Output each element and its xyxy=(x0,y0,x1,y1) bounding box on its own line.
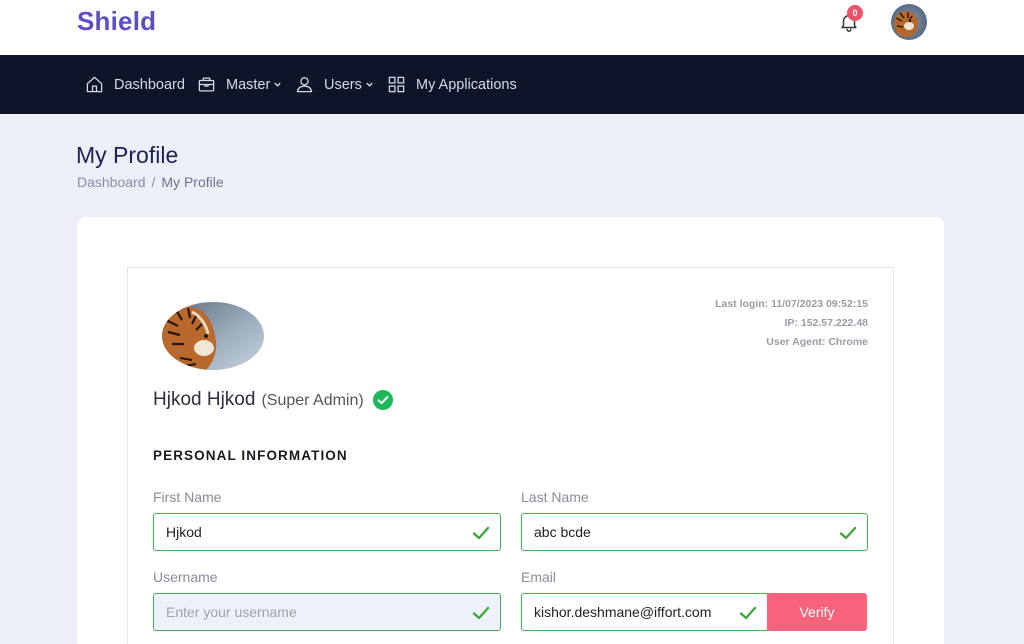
briefcase-icon xyxy=(198,77,215,92)
first-name-input[interactable] xyxy=(154,514,500,550)
breadcrumb: Dashboard / My Profile xyxy=(77,174,224,190)
notification-badge: 0 xyxy=(847,5,863,21)
username-input[interactable] xyxy=(154,594,500,630)
nav-label-users: Users xyxy=(324,76,362,93)
nav-item-dashboard[interactable]: Dashboard xyxy=(85,55,185,114)
user-avatar[interactable] xyxy=(891,4,927,40)
last-name-field xyxy=(521,513,868,551)
user-heading: Hjkod Hjkod (Super Admin) xyxy=(153,389,393,411)
profile-avatar-image xyxy=(162,302,264,370)
nav-item-master[interactable]: Master xyxy=(197,55,282,114)
first-name-field xyxy=(153,513,501,551)
user-name: Hjkod Hjkod xyxy=(153,389,256,410)
email-label: Email xyxy=(521,569,557,585)
nav-label-dashboard: Dashboard xyxy=(114,76,185,93)
last-login: Last login: 11/07/2023 09:52:15 xyxy=(715,298,868,310)
verified-check-icon xyxy=(372,390,393,410)
home-icon xyxy=(86,76,103,93)
user-agent: User Agent: Chrome xyxy=(766,336,868,348)
username-label: Username xyxy=(153,569,218,585)
brand-logo[interactable]: Shield xyxy=(77,6,156,37)
last-name-input[interactable] xyxy=(522,514,867,550)
profile-avatar[interactable] xyxy=(162,302,264,370)
main-navbar: Dashboard Master Users My Applications xyxy=(0,55,1024,114)
breadcrumb-dashboard[interactable]: Dashboard xyxy=(77,174,146,190)
email-field xyxy=(521,593,768,631)
last-name-label: Last Name xyxy=(521,489,589,505)
first-name-label: First Name xyxy=(153,489,222,505)
chevron-down-icon xyxy=(366,82,373,87)
valid-check-icon xyxy=(472,606,490,620)
nav-label-my-applications: My Applications xyxy=(416,76,517,93)
section-title-personal-info: PERSONAL INFORMATION xyxy=(153,448,348,463)
avatar-image xyxy=(891,4,927,40)
valid-check-icon xyxy=(739,606,757,620)
page-title: My Profile xyxy=(76,142,179,168)
nav-item-users[interactable]: Users xyxy=(295,55,374,114)
nav-item-my-applications[interactable]: My Applications xyxy=(387,55,517,114)
grid-icon xyxy=(388,76,405,93)
breadcrumb-separator: / xyxy=(151,174,156,190)
chevron-down-icon xyxy=(274,82,282,87)
user-icon xyxy=(296,77,313,93)
breadcrumb-current: My Profile xyxy=(161,174,224,190)
email-input[interactable] xyxy=(522,594,767,630)
login-meta: Last login: 11/07/2023 09:52:15 IP: 152.… xyxy=(715,295,868,352)
username-field xyxy=(153,593,501,631)
nav-label-master: Master xyxy=(226,76,271,93)
ip-address: IP: 152.57.222.48 xyxy=(784,317,868,329)
user-role: (Super Admin) xyxy=(261,392,364,409)
valid-check-icon xyxy=(839,526,857,540)
valid-check-icon xyxy=(472,526,490,540)
top-bar: Shield 0 xyxy=(0,0,1024,55)
verify-button[interactable]: Verify xyxy=(767,593,867,631)
